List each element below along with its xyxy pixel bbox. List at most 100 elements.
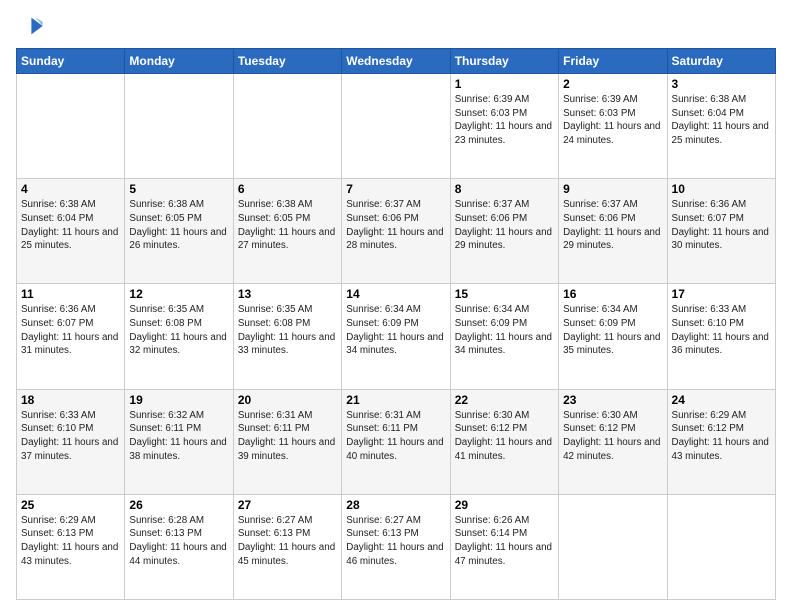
day-info: Sunrise: 6:36 AMSunset: 6:07 PMDaylight:… [21, 303, 120, 358]
week-row-5: 25Sunrise: 6:29 AMSunset: 6:13 PMDayligh… [17, 494, 776, 599]
day-cell: 29 Sunrise: 6:26 AMSunset: 6:14 PMDayligh… [450, 494, 558, 599]
week-row-1: 1Sunrise: 6:39 AMSunset: 6:03 PMDaylight… [17, 74, 776, 179]
logo-icon [16, 12, 44, 40]
day-info: Sunrise: 6:36 AMSunset: 6:07 PMDaylight:… [672, 198, 771, 253]
day-number: 4 [21, 182, 120, 196]
calendar-table: SundayMondayTuesdayWednesdayThursdayFrid… [16, 48, 776, 600]
day-number: 23 [563, 393, 662, 407]
day-info: Sunrise: 6:34 AMSunset: 6:09 PMDaylight:… [563, 303, 662, 358]
day-info: Sunrise: 6:34 AMSunset: 6:09 PMDaylight:… [346, 303, 445, 358]
day-cell: 1Sunrise: 6:39 AMSunset: 6:03 PMDaylight… [450, 74, 558, 179]
day-info: Sunrise: 6:29 AMSunset: 6:13 PMDaylight:… [21, 514, 120, 569]
weekday-monday: Monday [125, 49, 233, 74]
day-number: 29 [455, 498, 554, 512]
page: SundayMondayTuesdayWednesdayThursdayFrid… [0, 0, 792, 612]
day-info: Sunrise: 6:37 AMSunset: 6:06 PMDaylight:… [563, 198, 662, 253]
day-info: Sunrise: 6:26 AMSunset: 6:14 PMDaylight:… [455, 514, 554, 569]
day-cell: 27 Sunrise: 6:27 AMSunset: 6:13 PMDayligh… [233, 494, 341, 599]
day-number: 17 [672, 287, 771, 301]
day-number: 6 [238, 182, 337, 196]
day-info: Sunrise: 6:31 AMSunset: 6:11 PMDaylight:… [238, 409, 337, 464]
day-cell: 2Sunrise: 6:39 AMSunset: 6:03 PMDaylight… [559, 74, 667, 179]
day-number: 21 [346, 393, 445, 407]
weekday-friday: Friday [559, 49, 667, 74]
day-cell: 9 Sunrise: 6:37 AMSunset: 6:06 PMDaylight… [559, 179, 667, 284]
day-cell: 11 Sunrise: 6:36 AMSunset: 6:07 PMDayligh… [17, 284, 125, 389]
day-cell: 16 Sunrise: 6:34 AMSunset: 6:09 PMDayligh… [559, 284, 667, 389]
weekday-header-row: SundayMondayTuesdayWednesdayThursdayFrid… [17, 49, 776, 74]
day-info: Sunrise: 6:33 AMSunset: 6:10 PMDaylight:… [21, 409, 120, 464]
day-cell: 28 Sunrise: 6:27 AMSunset: 6:13 PMDayligh… [342, 494, 450, 599]
day-info: Sunrise: 6:37 AMSunset: 6:06 PMDaylight:… [455, 198, 554, 253]
day-info: Sunrise: 6:27 AMSunset: 6:13 PMDaylight:… [346, 514, 445, 569]
day-number: 13 [238, 287, 337, 301]
day-number: 16 [563, 287, 662, 301]
day-number: 22 [455, 393, 554, 407]
day-cell: 12 Sunrise: 6:35 AMSunset: 6:08 PMDayligh… [125, 284, 233, 389]
day-number: 10 [672, 182, 771, 196]
day-cell: 8Sunrise: 6:37 AMSunset: 6:06 PMDaylight… [450, 179, 558, 284]
day-info: Sunrise: 6:37 AMSunset: 6:06 PMDaylight:… [346, 198, 445, 253]
day-number: 18 [21, 393, 120, 407]
day-info: Sunrise: 6:38 AMSunset: 6:04 PMDaylight:… [672, 93, 771, 148]
day-number: 19 [129, 393, 228, 407]
day-info: Sunrise: 6:30 AMSunset: 6:12 PMDaylight:… [563, 409, 662, 464]
day-cell: 17Sunrise: 6:33 AMSunset: 6:10 PMDayligh… [667, 284, 775, 389]
day-number: 26 [129, 498, 228, 512]
logo [16, 12, 48, 40]
day-info: Sunrise: 6:35 AMSunset: 6:08 PMDaylight:… [129, 303, 228, 358]
week-row-3: 11 Sunrise: 6:36 AMSunset: 6:07 PMDayligh… [17, 284, 776, 389]
day-cell: 6 Sunrise: 6:38 AMSunset: 6:05 PMDaylight… [233, 179, 341, 284]
weekday-saturday: Saturday [667, 49, 775, 74]
weekday-thursday: Thursday [450, 49, 558, 74]
day-info: Sunrise: 6:31 AMSunset: 6:11 PMDaylight:… [346, 409, 445, 464]
week-row-2: 4 Sunrise: 6:38 AMSunset: 6:04 PMDaylight… [17, 179, 776, 284]
day-cell: 13 Sunrise: 6:35 AMSunset: 6:08 PMDayligh… [233, 284, 341, 389]
day-number: 7 [346, 182, 445, 196]
day-number: 11 [21, 287, 120, 301]
day-cell: 14 Sunrise: 6:34 AMSunset: 6:09 PMDayligh… [342, 284, 450, 389]
weekday-wednesday: Wednesday [342, 49, 450, 74]
day-number: 12 [129, 287, 228, 301]
day-cell [125, 74, 233, 179]
day-info: Sunrise: 6:27 AMSunset: 6:13 PMDaylight:… [238, 514, 337, 569]
day-cell [17, 74, 125, 179]
day-cell: 21 Sunrise: 6:31 AMSunset: 6:11 PMDayligh… [342, 389, 450, 494]
weekday-sunday: Sunday [17, 49, 125, 74]
day-cell: 7 Sunrise: 6:37 AMSunset: 6:06 PMDaylight… [342, 179, 450, 284]
day-info: Sunrise: 6:32 AMSunset: 6:11 PMDaylight:… [129, 409, 228, 464]
day-cell [342, 74, 450, 179]
day-number: 3 [672, 77, 771, 91]
day-number: 15 [455, 287, 554, 301]
weekday-tuesday: Tuesday [233, 49, 341, 74]
day-cell: 20 Sunrise: 6:31 AMSunset: 6:11 PMDayligh… [233, 389, 341, 494]
day-number: 28 [346, 498, 445, 512]
day-info: Sunrise: 6:28 AMSunset: 6:13 PMDaylight:… [129, 514, 228, 569]
week-row-4: 18 Sunrise: 6:33 AMSunset: 6:10 PMDayligh… [17, 389, 776, 494]
day-cell: 19 Sunrise: 6:32 AMSunset: 6:11 PMDayligh… [125, 389, 233, 494]
day-cell: 3 Sunrise: 6:38 AMSunset: 6:04 PMDaylight… [667, 74, 775, 179]
day-info: Sunrise: 6:38 AMSunset: 6:04 PMDaylight:… [21, 198, 120, 253]
day-info: Sunrise: 6:38 AMSunset: 6:05 PMDaylight:… [129, 198, 228, 253]
day-cell: 15Sunrise: 6:34 AMSunset: 6:09 PMDayligh… [450, 284, 558, 389]
day-cell: 22Sunrise: 6:30 AMSunset: 6:12 PMDayligh… [450, 389, 558, 494]
day-cell: 4 Sunrise: 6:38 AMSunset: 6:04 PMDaylight… [17, 179, 125, 284]
day-cell: 5Sunrise: 6:38 AMSunset: 6:05 PMDaylight… [125, 179, 233, 284]
day-cell [559, 494, 667, 599]
day-number: 2 [563, 77, 662, 91]
day-number: 24 [672, 393, 771, 407]
header [16, 12, 776, 40]
day-number: 27 [238, 498, 337, 512]
day-info: Sunrise: 6:35 AMSunset: 6:08 PMDaylight:… [238, 303, 337, 358]
day-cell: 24 Sunrise: 6:29 AMSunset: 6:12 PMDayligh… [667, 389, 775, 494]
day-info: Sunrise: 6:29 AMSunset: 6:12 PMDaylight:… [672, 409, 771, 464]
day-cell: 23 Sunrise: 6:30 AMSunset: 6:12 PMDayligh… [559, 389, 667, 494]
day-info: Sunrise: 6:38 AMSunset: 6:05 PMDaylight:… [238, 198, 337, 253]
day-cell: 10 Sunrise: 6:36 AMSunset: 6:07 PMDayligh… [667, 179, 775, 284]
day-info: Sunrise: 6:39 AMSunset: 6:03 PMDaylight:… [455, 93, 554, 148]
day-number: 14 [346, 287, 445, 301]
day-cell [667, 494, 775, 599]
day-number: 20 [238, 393, 337, 407]
day-cell [233, 74, 341, 179]
day-number: 9 [563, 182, 662, 196]
